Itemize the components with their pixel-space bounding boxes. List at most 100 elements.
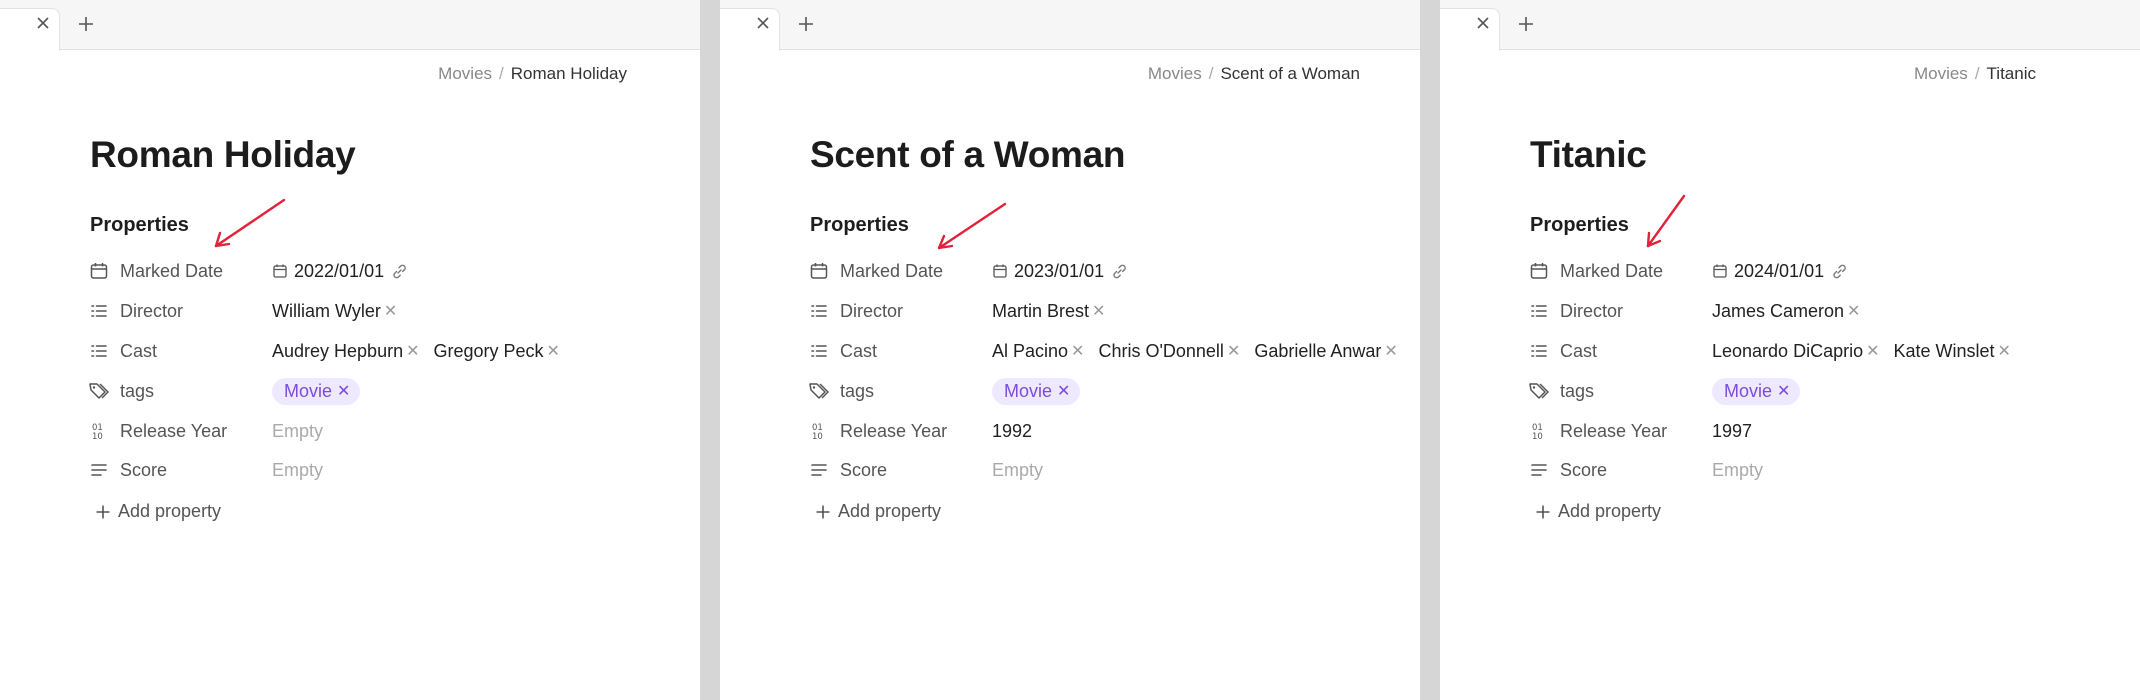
add-property-button[interactable]: Add property [92,501,221,522]
close-icon[interactable] [32,12,54,34]
property-label[interactable]: Director [840,301,992,322]
property-value[interactable]: Audrey Hepburn ✕ Gregory Peck ✕ [272,341,574,362]
property-value[interactable]: Movie ✕ [1712,377,1801,405]
date-text[interactable]: 2022/01/01 [294,261,384,282]
list-icon [1528,340,1550,362]
close-icon[interactable]: ✕ [547,341,560,361]
close-icon[interactable]: ✕ [337,381,350,401]
tag-pill[interactable]: Movie ✕ [272,377,361,405]
property-value[interactable]: Empty [272,421,323,442]
property-label[interactable]: Score [1560,460,1712,481]
tag-label[interactable]: Movie [1004,381,1052,402]
close-icon[interactable]: ✕ [1227,341,1240,361]
close-icon[interactable]: ✕ [1071,341,1084,361]
property-label[interactable]: tags [1560,381,1712,402]
property-value[interactable]: 1992 [992,421,1032,442]
property-label[interactable]: Cast [840,341,992,362]
date-text[interactable]: 2023/01/01 [1014,261,1104,282]
close-icon[interactable]: ✕ [1057,381,1070,401]
property-value[interactable]: Al Pacino ✕ Chris O'Donnell ✕ Gabrielle An… [992,341,1412,362]
property-value[interactable]: 1997 [1712,421,1752,442]
property-label[interactable]: Release Year [1560,421,1712,442]
tags-icon [1528,380,1550,402]
page-title[interactable]: Titanic [1530,134,1647,176]
breadcrumb-current[interactable]: Titanic [1987,64,2036,83]
property-label[interactable]: Marked Date [120,261,272,282]
close-icon[interactable]: ✕ [1847,301,1860,321]
property-value[interactable]: Empty [992,460,1043,481]
property-value[interactable]: Empty [272,460,323,481]
tag-pill[interactable]: Movie ✕ [1712,377,1801,405]
property-label[interactable]: Marked Date [1560,261,1712,282]
page-title[interactable]: Scent of a Woman [810,134,1126,176]
close-icon[interactable]: ✕ [1384,341,1397,361]
tag-pill[interactable]: Movie ✕ [992,377,1081,405]
plus-icon [1532,504,1554,520]
property-value[interactable]: Empty [1712,460,1763,481]
property-value[interactable]: Movie ✕ [992,377,1081,405]
close-icon[interactable]: ✕ [1777,381,1790,401]
property-marked-date: Marked Date 2024/01/01 [1528,255,2140,287]
property-label[interactable]: Score [840,460,992,481]
properties-heading[interactable]: Properties [90,214,189,237]
property-label[interactable]: Score [120,460,272,481]
properties-heading[interactable]: Properties [1530,214,1629,237]
property-label[interactable]: Cast [1560,341,1712,362]
chip-label[interactable]: Gregory Peck [434,341,544,362]
property-value[interactable]: William Wyler ✕ [272,301,411,322]
property-label[interactable]: Director [120,301,272,322]
property-score: Score Empty [1528,454,2140,486]
property-value[interactable]: 2022/01/01 [272,261,414,282]
property-value[interactable]: Martin Brest ✕ [992,301,1119,322]
screenshot-stage: Movies / Roman Holiday Roman Holiday Prope… [0,0,2140,700]
property-label[interactable]: Marked Date [840,261,992,282]
property-label[interactable]: tags [120,381,272,402]
chip-label[interactable]: William Wyler [272,301,381,322]
link-icon[interactable] [391,263,414,280]
property-label[interactable]: Cast [120,341,272,362]
property-value[interactable]: Leonardo DiCaprio ✕ Kate Winslet ✕ [1712,341,2025,362]
chip-label[interactable]: Martin Brest [992,301,1089,322]
breadcrumb-parent[interactable]: Movies [1148,64,1202,83]
close-icon[interactable]: ✕ [1866,341,1879,361]
close-icon[interactable] [1472,12,1494,34]
plus-icon[interactable] [794,12,818,36]
breadcrumb-current[interactable]: Scent of a Woman [1220,64,1360,83]
chip-label[interactable]: Kate Winslet [1894,341,1995,362]
plus-icon[interactable] [1514,12,1538,36]
link-icon[interactable] [1111,263,1134,280]
breadcrumb: Movies / Titanic [1914,64,2036,84]
properties-heading[interactable]: Properties [810,214,909,237]
breadcrumb-parent[interactable]: Movies [1914,64,1968,83]
property-label[interactable]: Release Year [840,421,992,442]
link-icon[interactable] [1831,263,1854,280]
chip-label[interactable]: Chris O'Donnell [1098,341,1223,362]
chip-label[interactable]: Audrey Hepburn [272,341,403,362]
close-icon[interactable]: ✕ [1998,341,2011,361]
chip-label[interactable]: Al Pacino [992,341,1068,362]
property-value[interactable]: 2024/01/01 [1712,261,1854,282]
chip-label[interactable]: James Cameron [1712,301,1844,322]
close-icon[interactable]: ✕ [1092,301,1105,321]
page-title[interactable]: Roman Holiday [90,134,356,176]
property-label[interactable]: Release Year [120,421,272,442]
add-property-button[interactable]: Add property [1532,501,1661,522]
breadcrumb-current[interactable]: Roman Holiday [511,64,627,83]
property-value[interactable]: 2023/01/01 [992,261,1134,282]
property-value[interactable]: Movie ✕ [272,377,361,405]
breadcrumb-parent[interactable]: Movies [438,64,492,83]
close-icon[interactable]: ✕ [384,301,397,321]
plus-icon[interactable] [74,12,98,36]
tag-label[interactable]: Movie [284,381,332,402]
date-text[interactable]: 2024/01/01 [1734,261,1824,282]
property-value[interactable]: James Cameron ✕ [1712,301,1874,322]
chip-label[interactable]: Gabrielle Anwar [1254,341,1381,362]
list-icon [808,340,830,362]
add-property-button[interactable]: Add property [812,501,941,522]
close-icon[interactable] [752,12,774,34]
property-label[interactable]: Director [1560,301,1712,322]
tag-label[interactable]: Movie [1724,381,1772,402]
property-label[interactable]: tags [840,381,992,402]
chip-label[interactable]: Leonardo DiCaprio [1712,341,1863,362]
close-icon[interactable]: ✕ [406,341,419,361]
